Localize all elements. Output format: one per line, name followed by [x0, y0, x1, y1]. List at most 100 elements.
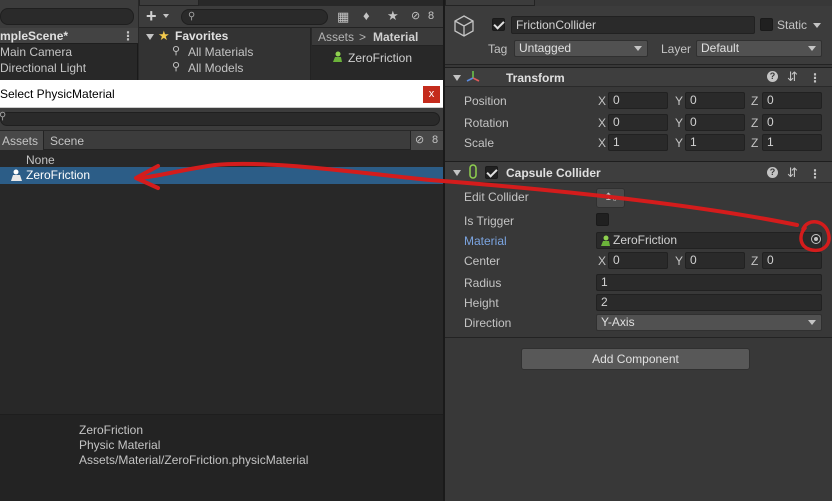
scene-header[interactable]: mpleScene* ⋮: [0, 28, 138, 44]
tab-scene[interactable]: Scene: [45, 131, 105, 150]
favorites-expand-icon[interactable]: [146, 34, 154, 40]
rotation-y-field[interactable]: 0: [685, 114, 745, 131]
transform-icon: [466, 70, 480, 87]
close-icon: x: [428, 88, 435, 100]
static-checkbox[interactable]: [760, 18, 773, 31]
height-field[interactable]: 2: [596, 294, 822, 311]
picker-item-none[interactable]: None: [26, 152, 55, 168]
capsule-collider-title: Capsule Collider: [506, 166, 601, 180]
object-picker-button[interactable]: [811, 234, 821, 244]
tag-label: Tag: [488, 42, 508, 56]
project-search-input[interactable]: ⚲: [181, 9, 328, 25]
axis-x-label: X: [598, 254, 607, 268]
rotation-x-field[interactable]: 0: [608, 114, 668, 131]
center-x-field[interactable]: 0: [608, 252, 668, 269]
hierarchy-search-input[interactable]: [0, 8, 134, 25]
info-path: Assets/Material/ZeroFriction.physicMater…: [79, 453, 309, 467]
material-field[interactable]: ZeroFriction: [596, 232, 822, 249]
help-icon[interactable]: ?: [767, 71, 778, 82]
search-icon: ⚲: [0, 111, 7, 122]
hidden-eye-icon[interactable]: ⊘: [411, 9, 420, 22]
search-by-label-icon[interactable]: ♦: [363, 8, 370, 23]
picker-item-selected[interactable]: ZeroFriction: [0, 167, 443, 184]
axis-y-label: Y: [675, 94, 684, 108]
search-by-type-icon[interactable]: ▦: [337, 9, 349, 25]
assets-breadcrumb: Assets > Material: [312, 28, 443, 46]
asset-item[interactable]: ZeroFriction: [348, 50, 412, 66]
rotation-label: Rotation: [464, 116, 509, 130]
presets-icon[interactable]: ⇵: [787, 165, 798, 181]
help-icon[interactable]: ?: [767, 167, 778, 178]
component-menu-icon[interactable]: ⋮: [809, 72, 821, 84]
scale-z-field[interactable]: 1: [762, 134, 822, 151]
expand-icon[interactable]: [453, 75, 461, 81]
direction-value: Y-Axis: [601, 315, 635, 329]
close-button[interactable]: x: [423, 86, 440, 103]
hierarchy-item[interactable]: Directional Light: [0, 60, 86, 76]
search-icon: ⚲: [172, 45, 181, 57]
edit-collider-button[interactable]: ↥₀: [596, 188, 625, 208]
add-dropdown-arrow-icon[interactable]: [163, 14, 169, 18]
radius-field[interactable]: 1: [596, 274, 822, 291]
capsule-enabled-checkbox[interactable]: [485, 166, 498, 179]
static-dropdown-arrow-icon[interactable]: [813, 23, 821, 28]
position-x-field[interactable]: 0: [608, 92, 668, 109]
scale-y-field[interactable]: 1: [685, 134, 745, 151]
picker-search-input[interactable]: ⚲: [0, 111, 440, 126]
search-icon: ⚲: [172, 61, 181, 73]
hierarchy-item[interactable]: Main Camera: [0, 44, 72, 60]
layer-dropdown[interactable]: Default: [696, 40, 822, 57]
tag-value: Untagged: [519, 41, 572, 55]
tab-assets[interactable]: Assets: [0, 131, 44, 150]
static-label[interactable]: Static: [777, 17, 807, 33]
direction-label: Direction: [464, 316, 512, 330]
gameobject-cube-icon: [453, 14, 475, 41]
scene-menu-icon[interactable]: ⋮: [122, 30, 134, 42]
active-checkbox[interactable]: [492, 18, 505, 31]
picker-title-bar[interactable]: Select PhysicMaterial x: [0, 80, 443, 108]
transform-header[interactable]: Transform ? ⇵ ⋮: [445, 67, 832, 87]
add-component-button[interactable]: Add Component: [521, 348, 750, 370]
material-value: ZeroFriction: [613, 233, 678, 247]
is-trigger-checkbox[interactable]: [596, 213, 609, 226]
edit-collider-icon: ↥₀: [604, 192, 617, 203]
axis-z-label: Z: [751, 116, 759, 130]
direction-dropdown[interactable]: Y-Axis: [596, 314, 822, 331]
breadcrumb-current[interactable]: Material: [373, 29, 418, 45]
chevron-down-icon: [808, 320, 816, 325]
rotation-z-field[interactable]: 0: [762, 114, 822, 131]
axis-x-label: X: [598, 136, 607, 150]
axis-y-label: Y: [675, 116, 684, 130]
chevron-down-icon: [808, 46, 816, 51]
expand-icon[interactable]: [453, 170, 461, 176]
picker-hidden-toggle[interactable]: ⊘ 8: [410, 131, 443, 150]
breadcrumb-separator: >: [359, 30, 367, 44]
physic-material-icon: [332, 51, 342, 62]
scale-x-field[interactable]: 1: [608, 134, 668, 151]
capsule-collider-header[interactable]: Capsule Collider ? ⇵ ⋮: [445, 161, 832, 183]
project-panel: + ⚲ ▦ ♦ ★ ⊘ 8 ★ Favorites ⚲ All Material…: [139, 0, 443, 82]
presets-icon[interactable]: ⇵: [787, 69, 798, 85]
object-name-field[interactable]: FrictionCollider: [511, 16, 755, 34]
info-name: ZeroFriction: [79, 423, 144, 437]
position-label: Position: [464, 94, 507, 108]
edit-collider-label: Edit Collider: [464, 190, 529, 204]
center-z-field[interactable]: 0: [762, 252, 822, 269]
position-y-field[interactable]: 0: [685, 92, 745, 109]
center-y-field[interactable]: 0: [685, 252, 745, 269]
picker-item-label: ZeroFriction: [26, 168, 91, 182]
breadcrumb-root[interactable]: Assets: [318, 29, 354, 45]
tag-dropdown[interactable]: Untagged: [514, 40, 648, 57]
position-z-field[interactable]: 0: [762, 92, 822, 109]
favorite-star-icon[interactable]: ★: [387, 8, 399, 24]
picker-tab-bar: Assets Scene ⊘ 8: [0, 131, 443, 150]
favorites-tree: ★ Favorites ⚲ All Materials ⚲ All Models: [139, 28, 311, 82]
favorites-item[interactable]: All Materials: [188, 44, 253, 60]
favorites-label[interactable]: Favorites: [175, 28, 228, 44]
physic-material-icon: [600, 235, 611, 251]
object-picker-window: Select PhysicMaterial x ⚲ Assets Scene ⊘…: [0, 80, 443, 501]
hidden-count: 8: [428, 10, 435, 22]
component-menu-icon[interactable]: ⋮: [809, 168, 821, 180]
favorites-item[interactable]: All Models: [188, 60, 243, 76]
add-plus-icon[interactable]: +: [146, 7, 157, 25]
